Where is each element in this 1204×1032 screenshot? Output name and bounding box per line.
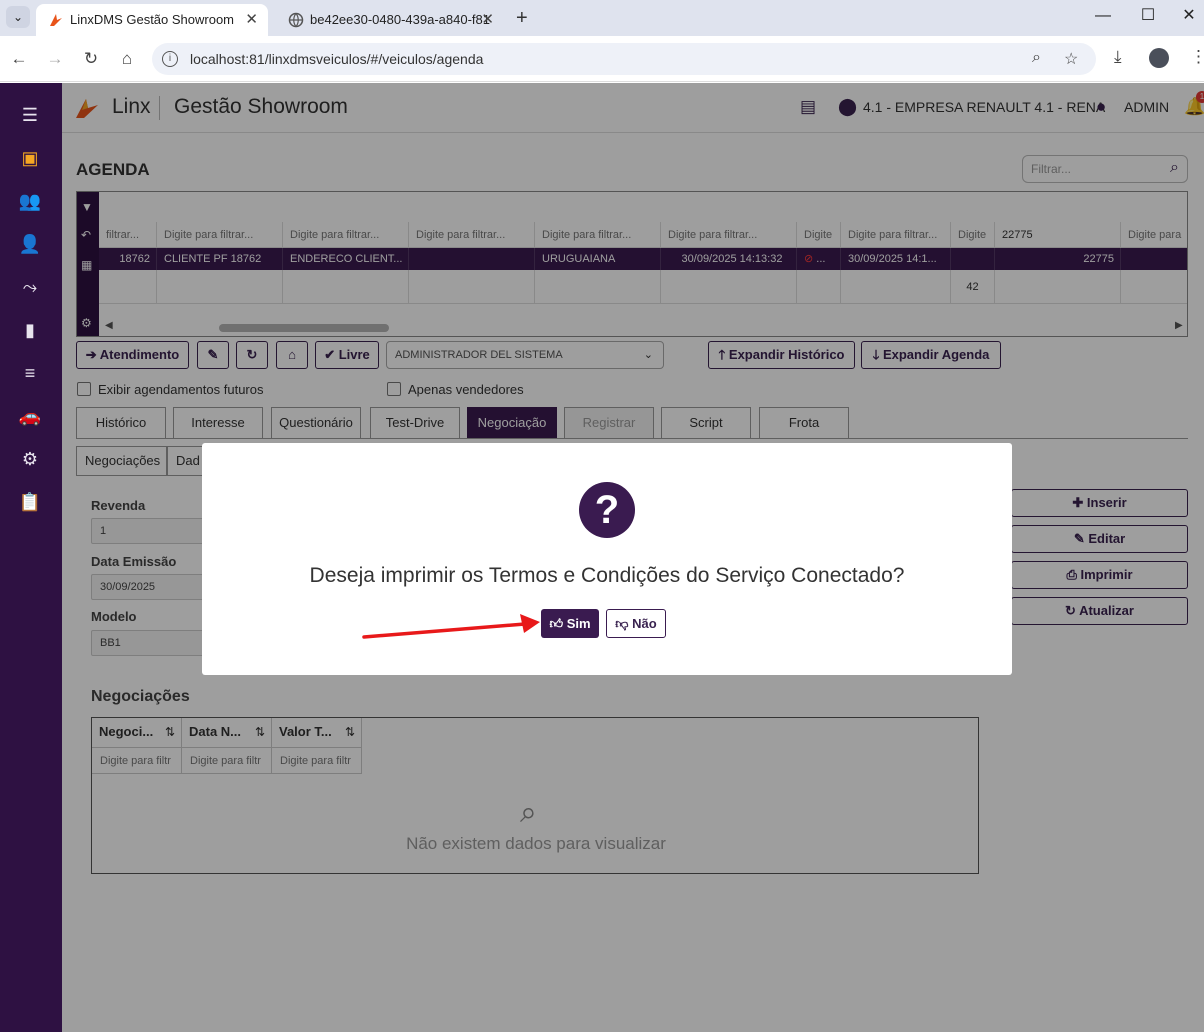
bar-chart-icon[interactable]: ▮ <box>18 318 42 342</box>
user-search-icon[interactable]: 👤 <box>18 232 42 256</box>
confirm-dialog: ? Deseja imprimir os Termos e Condições … <box>202 443 1012 675</box>
list-search-icon[interactable]: ≡ <box>18 361 42 385</box>
close-tab-icon[interactable]: ✕ <box>245 4 258 36</box>
home-icon[interactable]: ⌂ <box>115 47 139 71</box>
new-tab-icon[interactable]: + <box>516 4 528 32</box>
tab-search-button[interactable]: ⌄ <box>6 6 30 28</box>
clipboard-icon[interactable]: 📋 <box>18 490 42 514</box>
hamburger-menu-icon[interactable]: ☰ <box>18 103 42 127</box>
site-info-icon[interactable]: i <box>162 51 178 67</box>
globe-icon <box>288 12 304 28</box>
red-arrow-annotation <box>362 614 540 639</box>
tab-title: be42ee30-0480-439a-a840-f81 <box>310 12 490 27</box>
browser-tabbar: ⌄ LinxDMS Gestão Showroom ✕ be42ee30-048… <box>0 0 1204 36</box>
question-icon: ? <box>579 482 635 538</box>
url-text[interactable]: localhost:81/linxdmsveiculos/#/veiculos/… <box>190 43 483 75</box>
gear-icon[interactable]: ⚙ <box>18 447 42 471</box>
linx-favicon-icon <box>50 14 62 26</box>
dialog-message: Deseja imprimir os Termos e Condições do… <box>309 564 905 587</box>
thumbs-down-icon: 👎︎ <box>615 616 629 631</box>
agenda-contact-icon[interactable]: ▣ <box>18 146 42 170</box>
minimize-icon[interactable]: — <box>1088 4 1118 28</box>
nao-button[interactable]: 👎︎ Não <box>606 609 666 638</box>
back-icon[interactable]: ← <box>7 47 31 71</box>
browser-tab-active[interactable]: LinxDMS Gestão Showroom ✕ <box>36 4 268 36</box>
maximize-icon[interactable]: ☐ <box>1133 4 1163 28</box>
analytics-search-icon[interactable]: ⤳ <box>18 275 42 299</box>
browser-toolbar: ← → ↻ ⌂ i localhost:81/linxdmsveiculos/#… <box>0 36 1204 82</box>
tab-title: LinxDMS Gestão Showroom <box>70 12 235 27</box>
profile-avatar[interactable] <box>1149 48 1169 68</box>
forward-icon[interactable]: → <box>43 47 67 71</box>
browser-tab-inactive[interactable]: be42ee30-0480-439a-a840-f81 ✕ <box>276 4 504 36</box>
bookmark-star-icon[interactable]: ☆ <box>1064 49 1078 69</box>
users-icon[interactable]: 👥 <box>18 189 42 213</box>
close-tab-icon[interactable]: ✕ <box>481 4 494 36</box>
download-icon[interactable]: ⤓ <box>1114 47 1122 67</box>
menu-dots-icon[interactable]: ⋮ <box>1190 47 1204 67</box>
zoom-icon[interactable]: ⌕ <box>1032 49 1041 67</box>
thumbs-up-icon: 👍︎ <box>549 616 564 631</box>
car-icon[interactable]: 🚗 <box>18 404 42 428</box>
close-window-icon[interactable]: ✕ <box>1174 4 1204 28</box>
address-bar[interactable]: i localhost:81/linxdmsveiculos/#/veiculo… <box>152 43 1096 75</box>
reload-icon[interactable]: ↻ <box>79 47 103 71</box>
app-sidebar: ☰ ▣ 👥 👤 ⤳ ▮ ≡ 🚗 ⚙ 📋 <box>0 83 62 1032</box>
